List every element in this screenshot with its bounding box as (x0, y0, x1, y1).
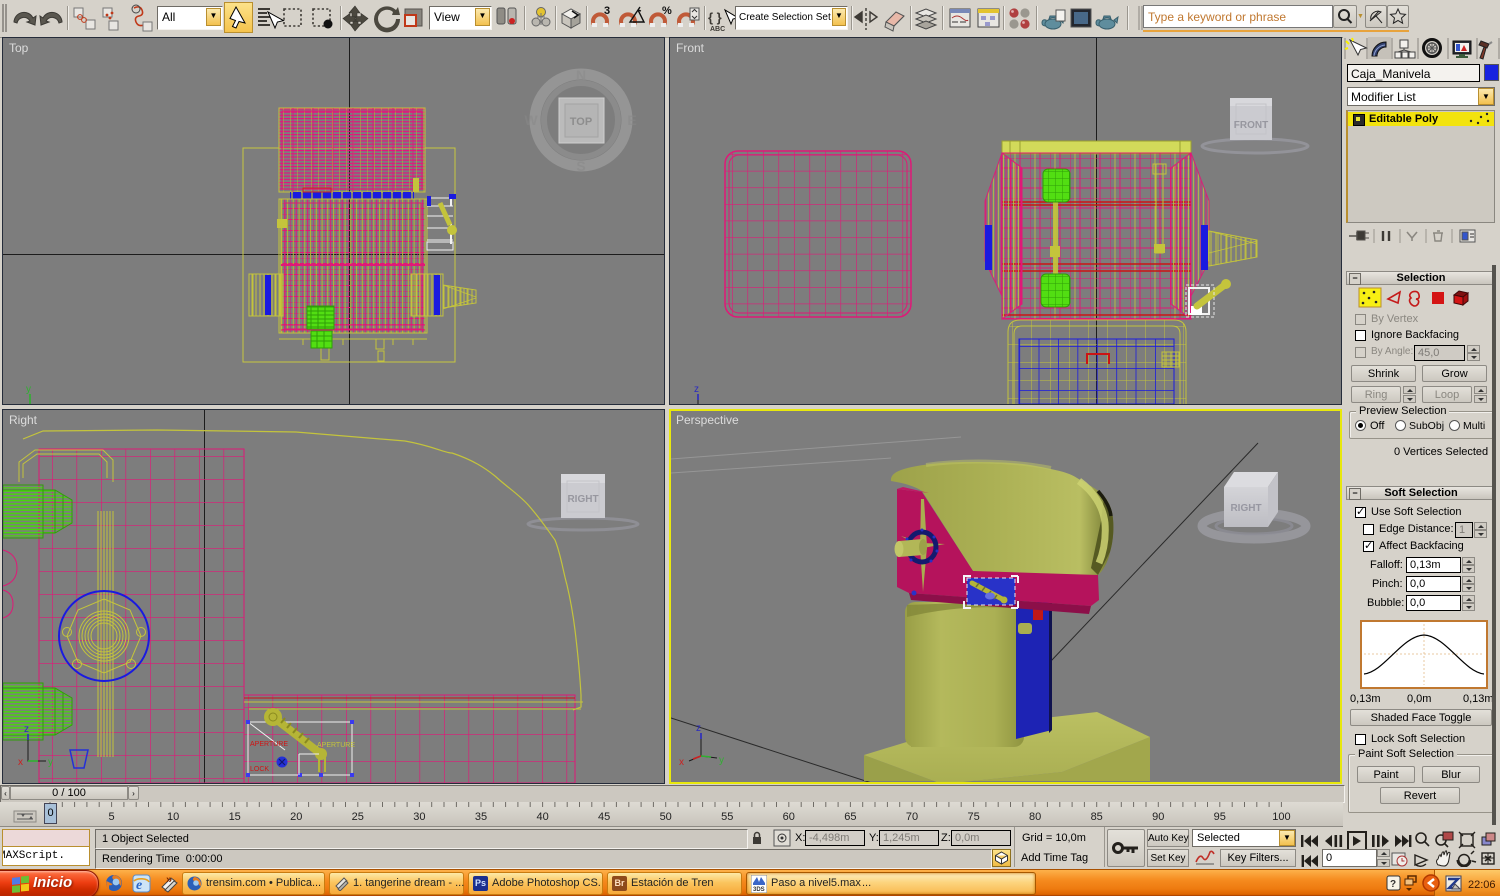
svg-text:y: y (719, 755, 724, 766)
svg-text:35: 35 (475, 811, 487, 823)
svg-text:65: 65 (844, 811, 856, 823)
svg-text:50: 50 (660, 811, 672, 823)
svg-text:60: 60 (783, 811, 795, 823)
svg-text:45: 45 (598, 811, 610, 823)
svg-text:?: ? (1390, 879, 1396, 890)
svg-text:85: 85 (1091, 811, 1103, 823)
svg-text:APERTURE: APERTURE (317, 742, 355, 749)
svg-text:E: E (627, 112, 636, 128)
svg-text:FRONT: FRONT (1234, 120, 1268, 131)
svg-text:70: 70 (906, 811, 918, 823)
svg-text:10: 10 (167, 811, 179, 823)
svg-text:RIGHT: RIGHT (567, 494, 598, 505)
svg-text:z: z (694, 384, 699, 395)
svg-text:LOCK: LOCK (250, 766, 269, 773)
svg-text:55: 55 (721, 811, 733, 823)
svg-text:3: 3 (604, 5, 610, 17)
svg-text:e: e (136, 878, 142, 893)
svg-text:x: x (679, 757, 684, 768)
svg-text:z: z (696, 723, 701, 734)
svg-text:N: N (576, 67, 586, 83)
svg-text:5: 5 (109, 811, 115, 823)
svg-text:75: 75 (967, 811, 979, 823)
svg-text:y: y (26, 384, 31, 395)
svg-text:20: 20 (290, 811, 302, 823)
svg-text:APERTURE: APERTURE (250, 741, 288, 748)
svg-text:ABC: ABC (710, 26, 725, 33)
svg-text:25: 25 (352, 811, 364, 823)
svg-text:x: x (18, 757, 23, 768)
svg-text:RIGHT: RIGHT (1230, 503, 1261, 514)
svg-text:z: z (24, 724, 29, 735)
svg-text:40: 40 (536, 811, 548, 823)
svg-text:90: 90 (1152, 811, 1164, 823)
svg-text:W: W (524, 112, 538, 128)
svg-text:%: % (662, 5, 672, 17)
svg-text:95: 95 (1214, 811, 1226, 823)
svg-text:y: y (48, 757, 53, 768)
svg-text:22:06: 22:06 (1468, 879, 1496, 891)
svg-text:15: 15 (229, 811, 241, 823)
svg-text:S: S (576, 158, 585, 174)
svg-text:30: 30 (413, 811, 425, 823)
svg-text:80: 80 (1029, 811, 1041, 823)
svg-text:TOP: TOP (570, 116, 592, 128)
svg-text:100: 100 (1272, 811, 1290, 823)
svg-text:3DS: 3DS (753, 887, 765, 893)
svg-text:{ }: { } (708, 10, 722, 25)
